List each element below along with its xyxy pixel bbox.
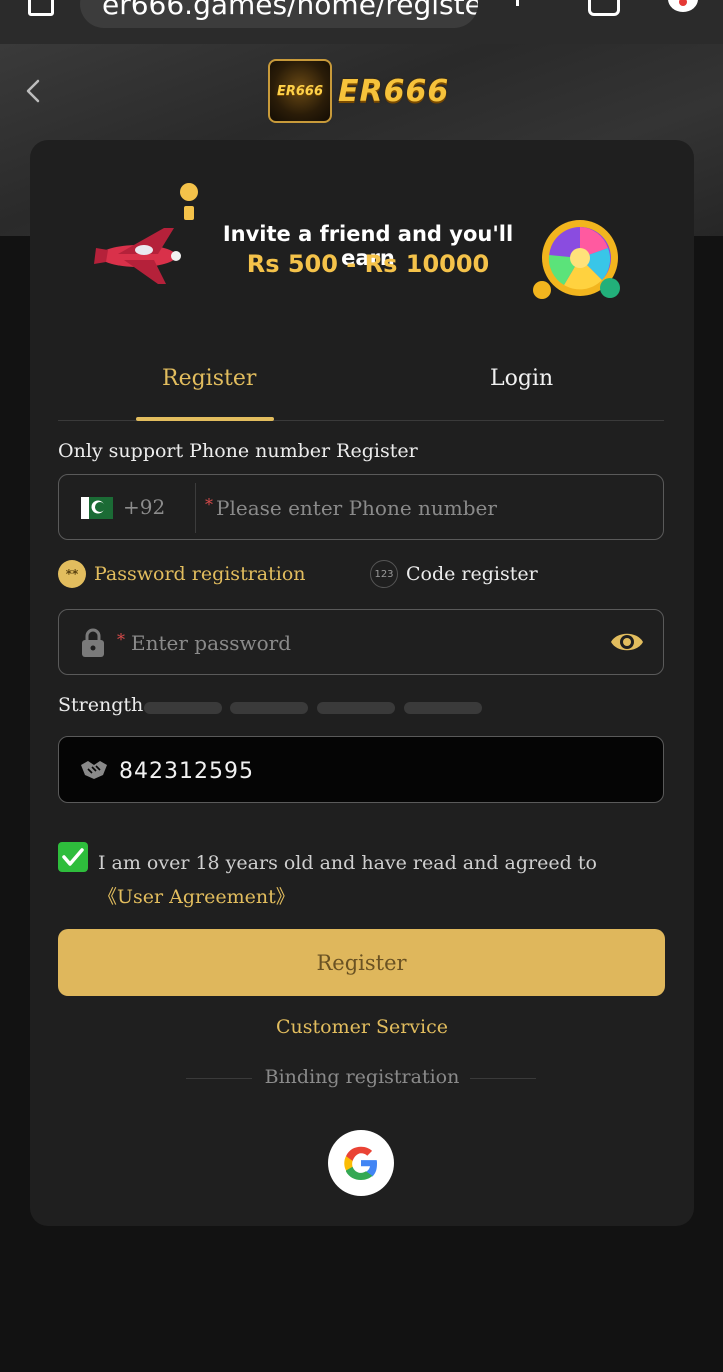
site-logo[interactable]: ER666 ER666	[268, 58, 449, 124]
profile-icon[interactable]	[668, 0, 698, 12]
new-tab-icon[interactable]	[516, 0, 519, 6]
url-text: er666.games/home/register	[102, 0, 478, 21]
agreement-statement: I am over 18 years old and have read and…	[98, 852, 597, 874]
customer-service-link[interactable]: Customer Service	[30, 1016, 694, 1038]
lock-icon	[82, 628, 104, 657]
binding-registration-label: Binding registration	[264, 1066, 460, 1088]
strength-segment	[317, 702, 395, 714]
invite-code-input[interactable]	[117, 747, 621, 795]
tab-register[interactable]: Register	[162, 366, 256, 391]
check-icon	[62, 848, 84, 866]
logo-wordmark: ER666	[338, 73, 450, 109]
required-star: *	[117, 630, 125, 649]
spin-wheel-icon	[533, 220, 620, 299]
registration-mode: ** Password registration 123 Code regist…	[58, 560, 664, 592]
auth-card: Invite a friend and you'll earn Rs 500 -…	[30, 140, 694, 1226]
code-register-label: Code register	[406, 563, 538, 585]
tab-login[interactable]: Login	[490, 366, 553, 391]
plane-icon	[94, 228, 181, 284]
register-button[interactable]: Register	[58, 929, 665, 996]
user-agreement-link[interactable]: 《User Agreement》	[98, 886, 295, 908]
strength-label: Strength	[58, 694, 144, 716]
phone-field: +92 *	[58, 474, 664, 540]
auth-tabs: Register Login	[58, 358, 664, 421]
google-icon	[344, 1146, 377, 1180]
divider-line-right	[470, 1078, 536, 1079]
handshake-icon	[81, 761, 107, 779]
home-icon[interactable]	[28, 0, 54, 16]
support-note: Only support Phone number Register	[58, 440, 418, 462]
tabs-count-icon[interactable]	[588, 0, 620, 16]
invite-banner[interactable]: Invite a friend and you'll earn Rs 500 -…	[88, 180, 638, 330]
password-strength: Strength	[58, 694, 664, 718]
password-registration-label: Password registration	[94, 563, 306, 585]
pakistan-flag-icon[interactable]	[81, 497, 113, 519]
code-register-option[interactable]: 123 Code register	[370, 560, 538, 588]
logo-badge: ER666	[268, 59, 332, 123]
agreement-checkbox[interactable]	[58, 842, 88, 872]
active-tab-indicator	[136, 417, 274, 421]
password-input[interactable]	[129, 620, 593, 666]
password-field: *	[58, 609, 664, 675]
back-icon[interactable]	[22, 78, 48, 104]
strength-segment	[230, 702, 308, 714]
invite-code-field	[58, 736, 664, 803]
url-bar[interactable]: er666.games/home/register	[80, 0, 478, 28]
password-registration-option[interactable]: ** Password registration	[58, 560, 306, 588]
eye-icon[interactable]	[609, 627, 645, 657]
password-dots-icon: **	[58, 560, 86, 588]
strength-segment	[144, 702, 222, 714]
banner-reward: Rs 500 - Rs 10000	[246, 250, 490, 278]
divider	[195, 483, 196, 533]
browser-toolbar: er666.games/home/register	[0, 0, 723, 44]
phone-input[interactable]	[205, 485, 658, 531]
strength-segment	[404, 702, 482, 714]
google-login-button[interactable]	[328, 1130, 394, 1196]
coin-icon	[180, 183, 198, 220]
numeric-code-icon: 123	[370, 560, 398, 588]
country-code[interactable]: +92	[123, 495, 165, 519]
agreement-text: I am over 18 years old and have read and…	[98, 846, 638, 914]
